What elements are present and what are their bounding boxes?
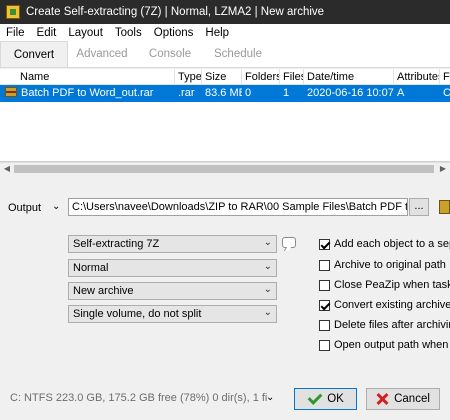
menu-options[interactable]: Options	[148, 27, 200, 39]
option-add-each-object[interactable]: Add each object to a separa	[319, 237, 450, 251]
volume-select[interactable]: Single volume, do not split ⌄	[68, 305, 277, 323]
option-close-peazip[interactable]: Close PeaZip when task cor	[319, 278, 450, 292]
cancel-label: Cancel	[394, 393, 430, 405]
peazip-app-icon	[6, 5, 20, 19]
option-label: Convert existing archives	[334, 299, 450, 311]
option-label: Add each object to a separa	[334, 238, 450, 250]
menu-file[interactable]: File	[0, 27, 31, 39]
option-archive-to-original-path[interactable]: Archive to original path	[319, 258, 446, 272]
file-datetime-cell: 2020-06-16 10:07:52	[307, 87, 394, 99]
chevron-down-icon: ⌄	[263, 307, 272, 318]
checkbox-checked[interactable]	[319, 238, 330, 250]
rar-archive-icon	[5, 87, 17, 97]
option-label: Delete files after archiving	[334, 319, 450, 331]
checkbox-checked[interactable]	[319, 299, 330, 311]
tab-console[interactable]: Console	[136, 41, 204, 67]
checkbox-unchecked[interactable]	[319, 279, 330, 291]
menu-bar: File Edit Layout Tools Options Help	[0, 24, 450, 42]
archive-mode-value: New archive	[73, 285, 134, 297]
output-chevron-down-icon[interactable]: ⌄	[52, 201, 60, 212]
window-title: Create Self-extracting (7Z) | Normal, LZ…	[26, 6, 325, 18]
column-header-name[interactable]: Name	[0, 69, 175, 85]
menu-edit[interactable]: Edit	[31, 27, 63, 39]
comment-icon[interactable]	[282, 237, 296, 248]
option-label: Open output path when tas	[334, 339, 450, 351]
column-header-type[interactable]: Type	[175, 69, 202, 85]
status-chevron-down-icon[interactable]: ⌄	[266, 392, 274, 403]
menu-help[interactable]: Help	[199, 27, 235, 39]
column-header-size[interactable]: Size	[202, 69, 242, 85]
title-bar: Create Self-extracting (7Z) | Normal, LZ…	[0, 0, 450, 24]
file-list-header: Name Type Size Folders Files Date/time A…	[0, 69, 450, 85]
close-icon	[376, 393, 388, 405]
checkbox-unchecked[interactable]	[319, 339, 330, 351]
checkbox-unchecked[interactable]	[319, 259, 330, 271]
file-folders-cell: 0	[245, 87, 252, 99]
format-select-value: Self-extracting 7Z	[73, 238, 160, 250]
column-header-attributes[interactable]: Attributes	[394, 69, 440, 85]
option-open-output-path[interactable]: Open output path when tas	[319, 338, 450, 352]
option-delete-files[interactable]: Delete files after archiving	[319, 318, 450, 332]
menu-layout[interactable]: Layout	[62, 27, 109, 39]
option-convert-existing-archives[interactable]: Convert existing archives	[319, 298, 450, 312]
output-label: Output	[8, 202, 42, 214]
file-extra-cell: C	[443, 87, 450, 99]
compression-level-value: Normal	[73, 262, 109, 274]
status-text: C: NTFS 223.0 GB, 175.2 GB free (78%) 0 …	[10, 392, 268, 404]
chevron-down-icon: ⌄	[263, 237, 272, 248]
format-select[interactable]: Self-extracting 7Z ⌄	[68, 235, 277, 253]
column-header-extra[interactable]: F	[440, 69, 450, 85]
file-type-cell: .rar	[178, 87, 195, 99]
file-attributes-cell: A	[397, 87, 405, 99]
ok-label: OK	[327, 393, 344, 405]
tab-schedule[interactable]: Schedule	[204, 41, 272, 67]
file-name: Batch PDF to Word_out.rar	[21, 87, 154, 99]
archive-icon[interactable]	[439, 200, 450, 214]
ok-button[interactable]: OK	[294, 388, 357, 410]
file-list[interactable]: Name Type Size Folders Files Date/time A…	[0, 69, 450, 162]
table-row[interactable]: Batch PDF to Word_out.rar .rar 83.6 MB 0…	[0, 85, 450, 102]
column-header-datetime[interactable]: Date/time	[304, 69, 394, 85]
output-row: Output ⌄ C:\Users\navee\Downloads\ZIP to…	[0, 198, 450, 218]
chevron-down-icon: ⌄	[263, 261, 272, 272]
cancel-button[interactable]: Cancel	[366, 388, 440, 410]
compression-level-select[interactable]: Normal ⌄	[68, 259, 277, 277]
option-label: Archive to original path	[334, 259, 446, 271]
checkbox-unchecked[interactable]	[319, 319, 330, 331]
status-bar: C: NTFS 223.0 GB, 175.2 GB free (78%) 0 …	[0, 388, 450, 410]
checkmark-icon	[307, 394, 321, 404]
scroll-left-icon[interactable]: ◀	[2, 164, 12, 174]
file-files-cell: 1	[283, 87, 290, 99]
scroll-right-icon[interactable]: ▶	[438, 164, 448, 174]
scrollbar-thumb[interactable]	[14, 165, 434, 173]
column-header-folders[interactable]: Folders	[242, 69, 280, 85]
tab-advanced[interactable]: Advanced	[68, 41, 136, 67]
tab-bar: Convert Advanced Console Schedule	[0, 41, 450, 68]
chevron-down-icon: ⌄	[263, 284, 272, 295]
file-size-cell: 83.6 MB	[205, 87, 242, 99]
archive-mode-select[interactable]: New archive ⌄	[68, 282, 277, 300]
browse-button[interactable]: ...	[409, 198, 429, 216]
option-label: Close PeaZip when task cor	[334, 279, 450, 291]
file-name-cell: Batch PDF to Word_out.rar	[0, 85, 175, 102]
tab-convert[interactable]: Convert	[0, 41, 68, 67]
output-path-input[interactable]: C:\Users\navee\Downloads\ZIP to RAR\00 S…	[68, 198, 408, 216]
column-header-files[interactable]: Files	[280, 69, 304, 85]
menu-tools[interactable]: Tools	[109, 27, 148, 39]
horizontal-scrollbar[interactable]: ◀ ▶	[0, 162, 450, 174]
volume-value: Single volume, do not split	[73, 308, 202, 320]
